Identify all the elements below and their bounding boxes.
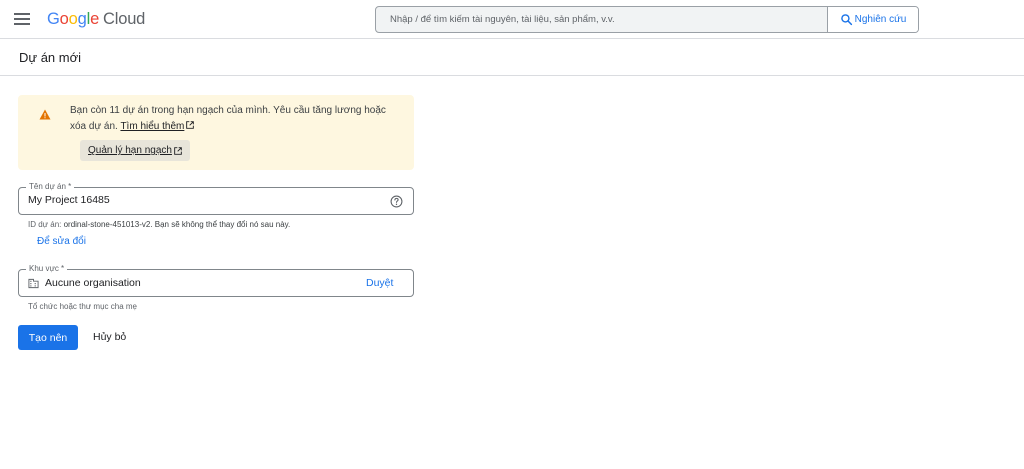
warning-message: Bạn còn 11 dự án trong hạn ngạch của mìn…	[70, 105, 386, 132]
project-name-input[interactable]	[28, 194, 378, 206]
building-icon	[28, 278, 39, 289]
google-cloud-logo[interactable]: Google Cloud	[47, 9, 145, 29]
search-button-label: Nghiên cứu	[854, 14, 907, 25]
manage-quota-button[interactable]: Quản lý hạn ngạch	[80, 140, 190, 161]
search-icon	[840, 14, 852, 26]
project-name-field: Tên dự án *	[18, 182, 414, 215]
search-bar: Nghiên cứu	[375, 6, 919, 33]
create-button[interactable]: Tạo nên	[18, 325, 78, 350]
warning-text: Bạn còn 11 dự án trong hạn ngạch của mìn…	[70, 103, 400, 135]
page-title: Dự án mới	[19, 50, 82, 65]
quota-warning-card: Bạn còn 11 dự án trong hạn ngạch của mìn…	[18, 95, 414, 170]
top-bar: GoogleCloud Nghiên cứu	[0, 0, 1024, 39]
search-button[interactable]: Nghiên cứu	[827, 7, 918, 32]
browse-button[interactable]: Duyệt	[366, 277, 393, 289]
project-id-prefix: ID dự án:	[28, 220, 64, 229]
region-field[interactable]: Khu vực * Aucune organisation Duyệt	[18, 264, 414, 297]
warning-icon	[39, 109, 51, 120]
project-id-hint: ID dự án: ordinal-stone-451013-v2. Bạn s…	[28, 220, 290, 229]
search-input[interactable]	[376, 7, 827, 32]
external-link-icon	[186, 121, 195, 129]
region-label: Khu vực *	[26, 264, 68, 274]
hamburger-menu-icon[interactable]	[12, 10, 32, 28]
edit-project-id-link[interactable]: Để sửa đổi	[37, 236, 86, 247]
manage-quota-label: Quản lý hạn ngạch	[88, 145, 172, 156]
page-header: Dự án mới	[0, 39, 1024, 76]
help-icon[interactable]	[390, 195, 403, 208]
cancel-button[interactable]: Hủy bỏ	[93, 331, 126, 343]
region-hint: Tổ chức hoặc thư mục cha mẹ	[28, 302, 137, 311]
project-id-value: ordinal-stone-451013-v2. Bạn sẽ không th…	[63, 220, 291, 229]
project-name-label: Tên dự án *	[26, 182, 75, 192]
external-link-icon	[174, 146, 182, 155]
learn-more-link[interactable]: Tìm hiểu thêm	[120, 121, 184, 132]
region-value: Aucune organisation	[45, 277, 141, 289]
